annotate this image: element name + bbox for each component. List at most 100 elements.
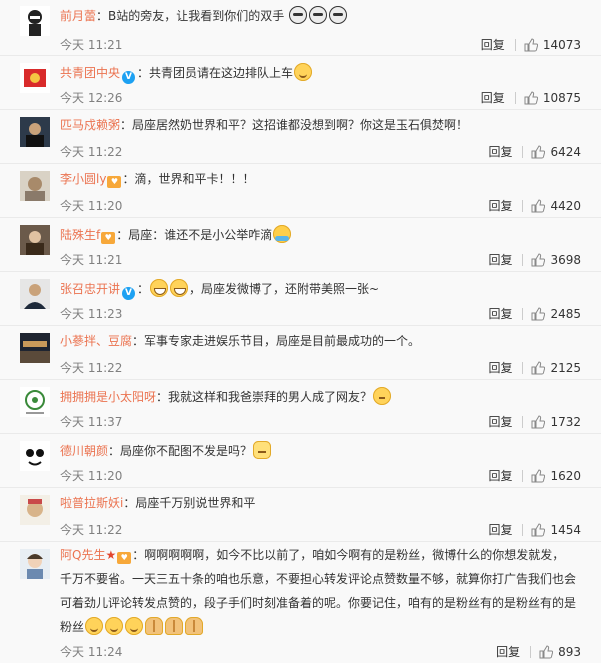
hug-emoji-icon [273,225,292,243]
username-link[interactable]: 拥拥拥是小太阳呀 [60,390,156,404]
comment-text: 军事专家走进娱乐节目，局座是目前最成功的一个。 [144,334,421,348]
reply-button[interactable]: 回复 [481,89,505,106]
like-count: 2485 [550,306,581,321]
like-button[interactable]: 3698 [531,253,581,267]
avatar[interactable] [20,279,50,309]
avatar[interactable] [20,549,50,579]
thumbs-up-icon [524,37,538,51]
like-button[interactable]: 1620 [531,469,581,483]
comment-content: 陆殊生f ♥ ：局座：谁还不是小公举咋滴 [60,225,581,244]
comment-content: 匹马戍赖粥：局座居然奶世界和平？这招谁都没想到啊？你这是玉石俱焚啊！ [60,118,469,132]
comment-actions: 回复 4420 [488,197,581,214]
like-button[interactable]: 4420 [531,199,581,213]
comment-time: 今天 11:20 [60,469,123,483]
reply-button[interactable]: 回复 [488,197,512,214]
username-link[interactable]: 阿Q先生 [60,548,105,562]
verified-badge-icon: V [122,287,136,300]
username-link[interactable]: 匹马戍赖粥 [60,118,120,132]
comment-content: 李小圆ly ♥ ：滴，世界和平卡！！！ [60,172,255,188]
smile-emoji-icon [125,617,144,635]
grin-emoji-icon [150,279,169,297]
doge-emoji-icon [289,6,308,24]
like-count: 2125 [550,360,581,375]
comment-text: B站的旁友，让我看到你们的双手 [108,9,285,23]
like-button[interactable]: 2485 [531,307,581,321]
like-count: 14073 [542,37,581,52]
comment-actions: 回复 1732 [488,413,581,430]
username-link[interactable]: 李小圆ly [60,172,106,186]
comment-actions: 回复 893 [496,643,581,660]
like-button[interactable]: 1454 [531,523,581,537]
username-link[interactable]: 陆殊生f [60,228,100,242]
avatar[interactable] [20,6,50,36]
star-badge-icon: ★ [105,548,117,562]
comment-time: 今天 12:26 [60,91,123,105]
comment-time: 今天 11:22 [60,523,123,537]
reply-button[interactable]: 回复 [488,305,512,322]
avatar[interactable] [20,171,50,201]
comment-text: 局座：谁还不是小公举咋滴 [128,228,273,242]
comment-content: 啦普拉斯妖i：局座千万别说世界和平 [60,496,256,510]
pray-emoji-icon [145,617,164,635]
like-button[interactable]: 1732 [531,415,581,429]
thumbs-up-icon [524,90,538,104]
comment-content: 前月蕾：B站的旁友，让我看到你们的双手 [60,6,581,24]
like-button[interactable]: 14073 [524,38,581,52]
divider [522,307,524,320]
avatar[interactable] [20,495,50,525]
member-badge-icon: ♥ [101,232,116,244]
divider [522,469,524,482]
comment-list: 前月蕾：B站的旁友，让我看到你们的双手 今天 11:21 回复 14073 共青… [0,0,601,663]
comment-text-line-4: 粉丝 [60,620,85,634]
like-count: 1454 [550,522,581,537]
comment-time: 今天 11:22 [60,145,123,159]
divider [522,145,524,158]
comment-content: 共青团中央 V ：共青团员请在这边排队上车 [60,63,581,84]
username-link[interactable]: 德川朝颜 [60,444,108,458]
like-button[interactable]: 893 [539,645,581,659]
member-badge-icon: ♥ [107,176,122,188]
reply-button[interactable]: 回复 [488,467,512,484]
reply-button[interactable]: 回复 [488,413,512,430]
username-link[interactable]: 张召忠开讲 [60,282,120,296]
comment-item: 张召忠开讲 V：，局座发微博了，还附带美照一张~ 今天 11:23 回复 2485 [0,273,601,326]
comment-text: 滴，世界和平卡！！！ [134,172,255,186]
verified-badge-icon: V [122,71,136,84]
thumbs-up-icon [531,252,546,266]
thumbs-up-icon [531,360,546,374]
grin-emoji-icon [170,279,189,297]
comment-item: 拥拥拥是小太阳呀：我就这样和我爸崇拜的男人成了网友？ 今天 11:37 回复 1… [0,381,601,434]
like-button[interactable]: 6424 [531,145,581,159]
comment-text-line-3: 可着劲儿评论转发点赞的，段子手们时刻准备着的呢。你要记住，咱有的是粉丝有的是粉丝… [60,596,577,610]
username-link[interactable]: 小蔘拌、豆腐 [60,334,132,348]
reply-button[interactable]: 回复 [488,521,512,538]
doge-emoji-icon [329,6,348,24]
avatar[interactable] [20,441,50,471]
avatar[interactable] [20,63,50,93]
avatar[interactable] [20,333,50,363]
divider [522,253,524,266]
comment-content: 小蔘拌、豆腐：军事专家走进娱乐节目，局座是目前最成功的一个。 [60,334,421,348]
comment-time: 今天 11:20 [60,199,123,213]
reply-button[interactable]: 回复 [488,359,512,376]
avatar[interactable] [20,117,50,147]
avatar[interactable] [20,387,50,417]
username-link[interactable]: 啦普拉斯妖i [60,496,123,510]
like-button[interactable]: 10875 [524,91,581,105]
reply-button[interactable]: 回复 [481,36,505,53]
username-link[interactable]: 共青团中央 [60,66,120,80]
username-link[interactable]: 前月蕾 [60,9,96,23]
divider [514,91,516,104]
reply-button[interactable]: 回复 [496,643,520,660]
avatar[interactable] [20,225,50,255]
comment-text-line-1: 啊啊啊啊啊，如今不比以前了，咱如今啊有的是粉丝，微博什么的你想发就发， [144,548,565,562]
reply-button[interactable]: 回复 [488,251,512,268]
smile-emoji-icon [85,617,104,635]
like-button[interactable]: 2125 [531,361,581,375]
comment-text: 局座你不配图不发是吗？ [120,444,253,458]
comment-item: 阿Q先生★ ♥ ：啊啊啊啊啊，如今不比以前了，咱如今啊有的是粉丝，微博什么的你想发就… [0,543,601,663]
comment-time: 今天 11:23 [60,307,123,321]
reply-button[interactable]: 回复 [488,143,512,160]
like-count: 893 [558,644,581,659]
comment-actions: 回复 14073 [481,36,581,53]
